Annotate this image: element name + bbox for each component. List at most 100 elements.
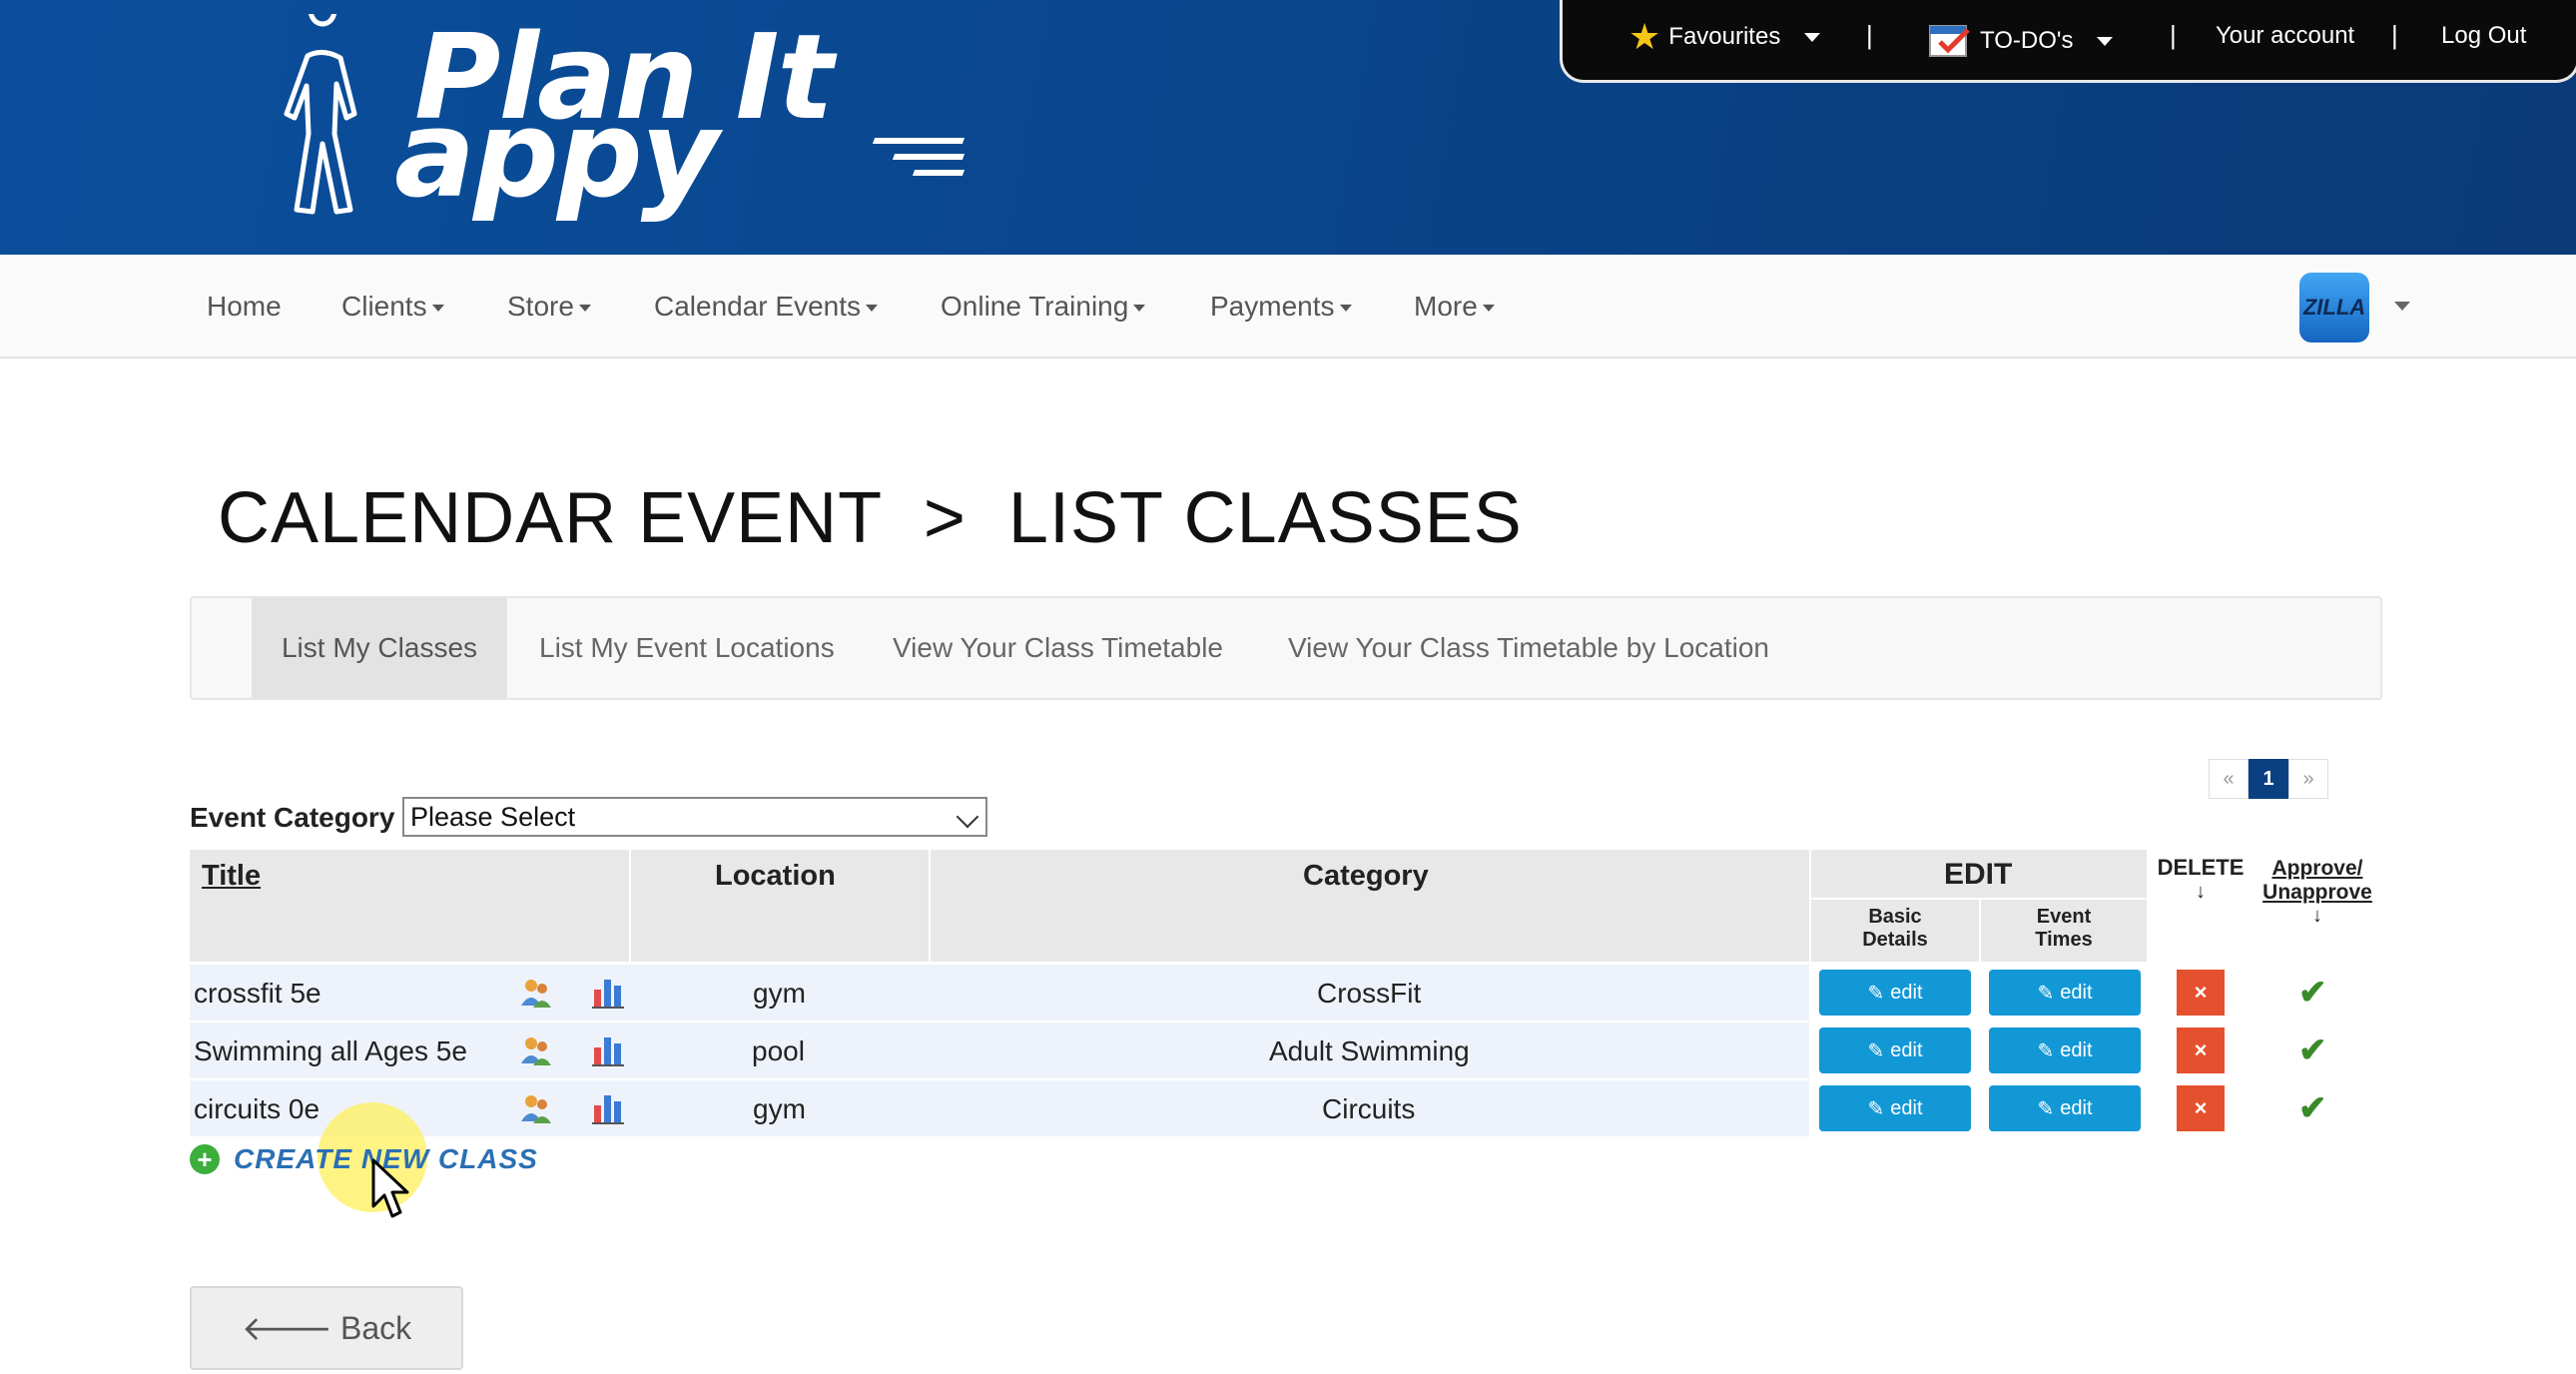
mouse-pointer-icon [371, 1158, 409, 1218]
nav-label: Clients [341, 291, 427, 322]
header-event-times-cell: Event Times [1981, 900, 2147, 962]
delete-button[interactable]: × [2177, 1085, 2225, 1131]
caret-down-icon [1133, 304, 1146, 312]
caret-down-icon [2097, 36, 2114, 46]
edit-icon: ✎ [2037, 982, 2055, 1005]
edit-icon: ✎ [2037, 1039, 2055, 1062]
caret-down-icon [431, 304, 444, 312]
class-category: Circuits [1322, 1093, 1416, 1124]
log-out-link[interactable]: Log Out [2441, 22, 2526, 50]
main-navbar: Home Clients Store Calendar Events Onlin… [0, 255, 2576, 358]
tab-list-my-classes[interactable]: List My Classes [252, 598, 507, 698]
create-new-class-link[interactable]: + CREATE NEW CLASS [190, 1143, 538, 1175]
caret-down-icon [1482, 304, 1495, 312]
header-event-times-line1: Event [2036, 906, 2092, 928]
sort-by-approve-link-2[interactable]: Unapprove [2253, 881, 2382, 905]
nav-store[interactable]: Store [507, 291, 591, 323]
separator: | [1866, 20, 1873, 50]
edit-icon: ✎ [1867, 1039, 1885, 1062]
nav-more[interactable]: More [1414, 291, 1495, 323]
pagination-page[interactable]: 1 [2249, 759, 2288, 799]
logo-line-2: appy [394, 86, 719, 225]
edit-label: edit [1890, 981, 1923, 1004]
header-basic-details-line1: Basic [1868, 906, 1922, 928]
header-delete-label: DELETE [2157, 855, 2245, 880]
user-toolbar: ★ Favourites | TO-DO's | Your account | … [1560, 0, 2576, 83]
bar-chart-icon[interactable] [591, 1033, 625, 1067]
back-button[interactable]: 🡐 Back [190, 1286, 463, 1370]
page-title: CALENDAR EVENT > LIST CLASSES [218, 478, 1523, 558]
class-location: gym [753, 978, 806, 1009]
separator: | [2170, 20, 2177, 50]
caret-down-icon [1804, 32, 1821, 42]
class-location: pool [752, 1035, 805, 1066]
header-event-times-line2: Times [2035, 929, 2093, 951]
nav-payments[interactable]: Payments [1210, 291, 1352, 323]
approved-check-icon[interactable]: ✔ [2298, 973, 2327, 1013]
edit-icon: ✎ [2037, 1097, 2055, 1120]
star-icon: ★ [1628, 16, 1661, 57]
sort-by-title-link[interactable]: Title [202, 860, 261, 893]
tab-view-class-timetable[interactable]: View Your Class Timetable [893, 598, 1223, 698]
approved-check-icon[interactable]: ✔ [2298, 1030, 2327, 1070]
tab-list-my-event-locations[interactable]: List My Event Locations [539, 598, 835, 698]
header-category-cell: Category [931, 850, 1809, 962]
header-category: Category [1303, 860, 1429, 892]
avatar-caret-icon[interactable] [2394, 302, 2410, 311]
bar-chart-icon[interactable] [591, 1091, 625, 1125]
class-title: Swimming all Ages 5e [194, 1035, 467, 1066]
edit-label: edit [2060, 1038, 2093, 1061]
pagination-next[interactable]: » [2288, 759, 2328, 799]
favourites-label: Favourites [1668, 23, 1781, 50]
add-circle-icon: + [190, 1144, 220, 1174]
edit-label: edit [2060, 981, 2093, 1004]
header-edit: EDIT [1944, 858, 2013, 891]
header-basic-details-cell: Basic Details [1811, 900, 1979, 962]
user-avatar[interactable]: ZILLA [2299, 273, 2369, 343]
table-row: Swimming all Ages 5e pool Adult Swimming [190, 1023, 1809, 1078]
runner-figure-icon [284, 14, 357, 215]
members-icon[interactable] [519, 976, 553, 1010]
edit-label: edit [1890, 1096, 1923, 1119]
pagination-prev[interactable]: « [2209, 759, 2249, 799]
caret-down-icon [578, 304, 591, 312]
nav-label: Home [207, 291, 282, 322]
members-icon[interactable] [519, 1091, 553, 1125]
sort-arrow-icon: ↓ [2312, 905, 2322, 927]
sort-by-approve-link-1[interactable]: Approve/ [2253, 857, 2382, 881]
chevron-down-icon [956, 805, 979, 829]
class-category: CrossFit [1317, 978, 1422, 1009]
nav-calendar-events[interactable]: Calendar Events [654, 291, 879, 323]
nav-label: Store [507, 291, 574, 322]
tab-view-class-timetable-by-location[interactable]: View Your Class Timetable by Location [1288, 598, 1769, 698]
edit-event-times-button[interactable]: ✎ edit [1989, 1085, 2141, 1131]
event-category-select[interactable]: Please Select [402, 797, 987, 837]
edit-event-times-button[interactable]: ✎ edit [1989, 1028, 2141, 1073]
edit-event-times-button[interactable]: ✎ edit [1989, 970, 2141, 1016]
todo-calendar-icon [1929, 25, 1970, 57]
nav-online-training[interactable]: Online Training [941, 291, 1146, 323]
back-label: Back [340, 1309, 412, 1346]
edit-icon: ✎ [1867, 982, 1885, 1005]
edit-basic-details-button[interactable]: ✎ edit [1819, 970, 1971, 1016]
members-icon[interactable] [519, 1033, 553, 1067]
header-approve: Approve/ Unapprove ↓ [2253, 857, 2382, 928]
site-logo[interactable]: Plan It appy [265, 8, 966, 225]
delete-button[interactable]: × [2177, 970, 2225, 1016]
todos-label: TO-DO's [1980, 27, 2074, 54]
favourites-menu[interactable]: ★ Favourites [1628, 16, 1821, 57]
delete-button[interactable]: × [2177, 1028, 2225, 1073]
edit-basic-details-button[interactable]: ✎ edit [1819, 1085, 1971, 1131]
nav-clients[interactable]: Clients [341, 291, 444, 323]
header-location-cell: Location [631, 850, 929, 962]
your-account-link[interactable]: Your account [2216, 22, 2354, 50]
todos-menu[interactable]: TO-DO's [1928, 22, 2114, 60]
bar-chart-icon[interactable] [591, 976, 625, 1010]
header-edit-cell: EDIT [1811, 850, 2147, 898]
edit-basic-details-button[interactable]: ✎ edit [1819, 1028, 1971, 1073]
caret-down-icon [866, 304, 879, 312]
nav-home[interactable]: Home [207, 291, 282, 323]
approved-check-icon[interactable]: ✔ [2298, 1088, 2327, 1128]
header-location: Location [715, 860, 836, 892]
sort-arrow-icon: ↓ [2196, 881, 2206, 903]
